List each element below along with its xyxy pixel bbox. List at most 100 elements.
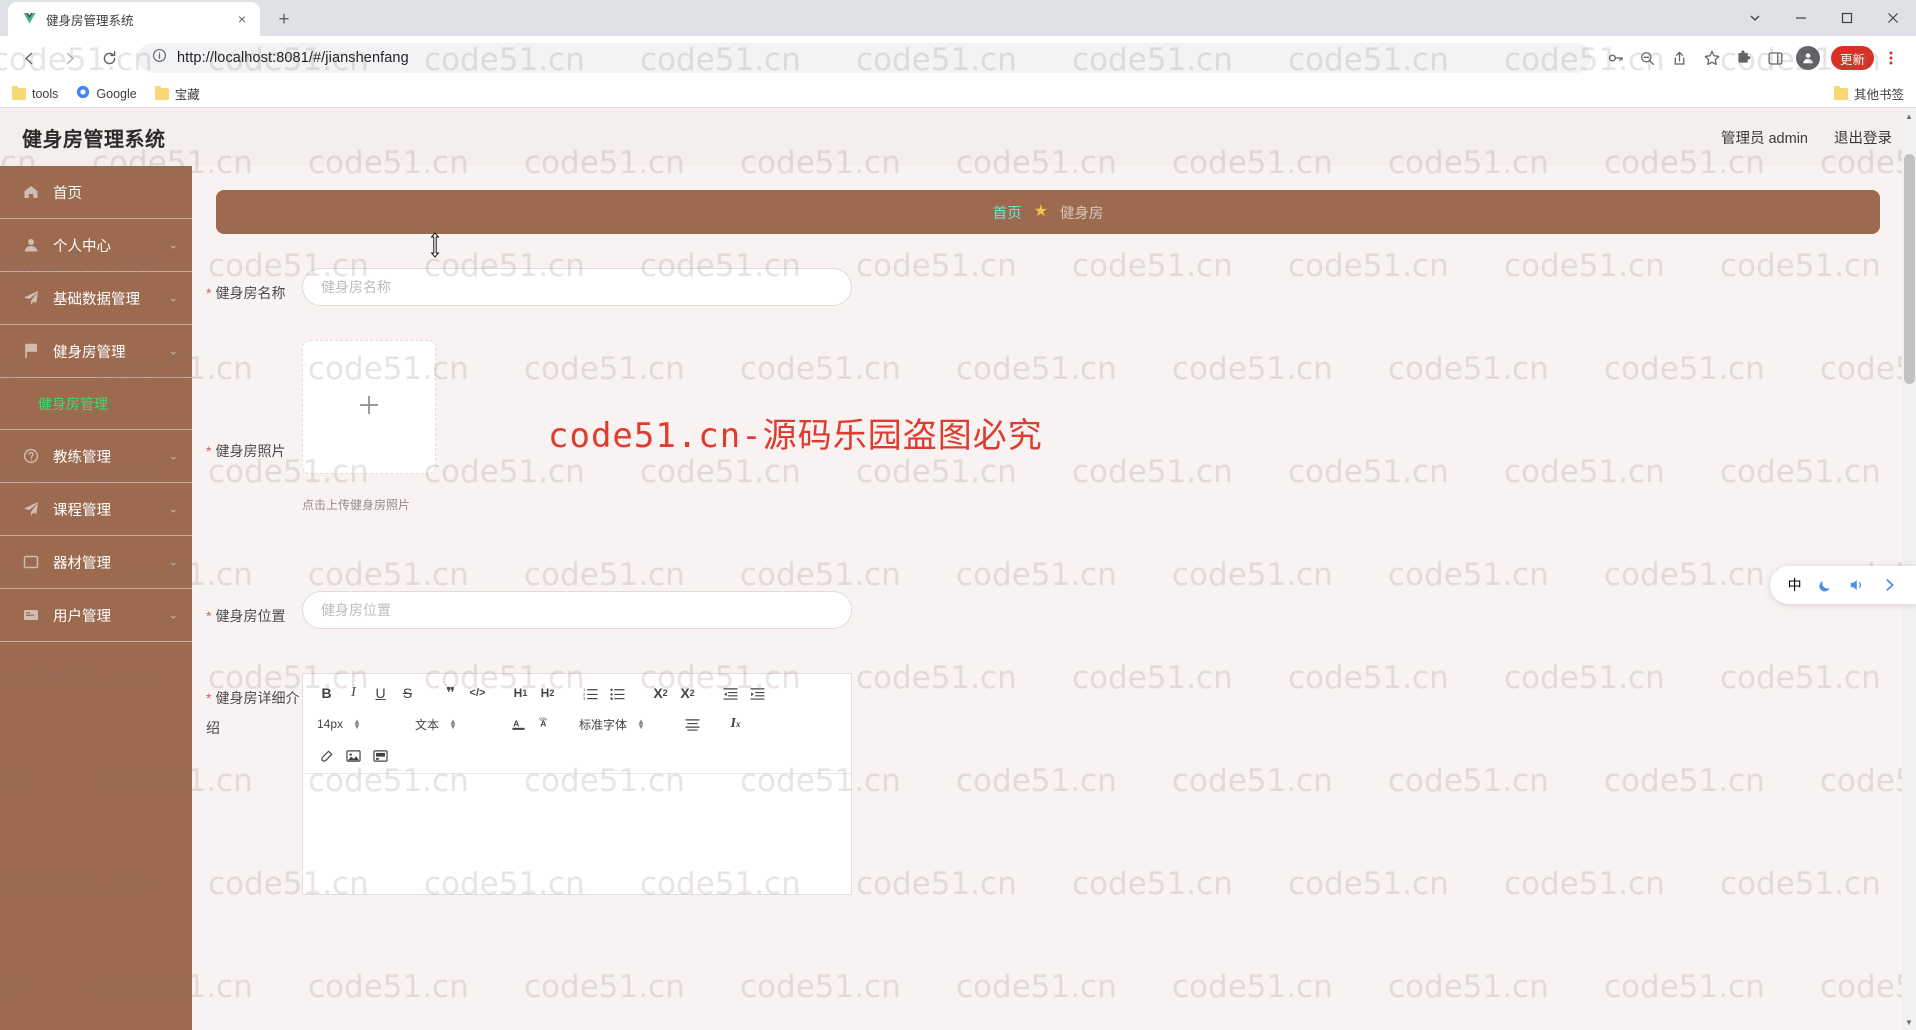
- chevron-down-icon: ⌄: [168, 556, 178, 569]
- sidepanel-icon[interactable]: [1761, 43, 1791, 73]
- indent-icon[interactable]: [744, 681, 771, 705]
- gym-name-input[interactable]: 健身房名称: [302, 268, 852, 306]
- sidebar-item-coach-management[interactable]: 教练管理 ⌄: [0, 430, 192, 483]
- chevron-right-icon[interactable]: [1882, 577, 1898, 593]
- gym-photo-hint: 点击上传健身房照片: [302, 498, 411, 512]
- kebab-menu-icon[interactable]: [1876, 43, 1906, 73]
- editor-content-area[interactable]: [303, 774, 851, 894]
- gym-location-input[interactable]: 健身房位置: [302, 591, 852, 629]
- back-button[interactable]: [14, 43, 44, 73]
- app-title: 健身房管理系统: [22, 128, 166, 151]
- image-icon[interactable]: [340, 744, 367, 768]
- app-header: 健身房管理系统 管理员 admin 退出登录: [0, 108, 1916, 166]
- new-tab-button[interactable]: +: [270, 5, 298, 33]
- superscript-icon[interactable]: X2: [674, 681, 701, 705]
- folder-icon: [1833, 85, 1848, 100]
- bullet-list-icon[interactable]: [604, 681, 631, 705]
- bookmark-tools[interactable]: tools: [12, 85, 58, 101]
- info-circle-icon[interactable]: [152, 48, 167, 68]
- form-row-gym-location: * 健身房位置 健身房位置: [192, 591, 1916, 631]
- url-text: http://localhost:8081/#/jianshenfang: [177, 50, 409, 66]
- strikethrough-icon[interactable]: S: [394, 681, 421, 705]
- link-icon[interactable]: [313, 744, 340, 768]
- form-label-gym-details: * 健身房详细介绍: [206, 690, 300, 736]
- form-label-gym-photo: * 健身房照片: [206, 443, 286, 459]
- sidebar-subitem-gym-management[interactable]: 健身房管理: [0, 378, 192, 430]
- sidebar-item-course-management[interactable]: 课程管理 ⌄: [0, 483, 192, 536]
- address-bar[interactable]: http://localhost:8081/#/jianshenfang: [138, 43, 1591, 73]
- reload-button[interactable]: [94, 43, 124, 73]
- course-icon: [22, 501, 39, 518]
- minimize-icon[interactable]: [1778, 0, 1824, 36]
- browser-window: 健身房管理系统 × + http://localhost:8081/#/jian…: [0, 0, 1916, 1030]
- scroll-up-arrow-icon[interactable]: ▲: [1902, 108, 1916, 124]
- extensions-icon[interactable]: [1729, 43, 1759, 73]
- sound-icon[interactable]: [1849, 577, 1867, 593]
- blockquote-icon[interactable]: ❞: [437, 681, 464, 705]
- align-icon[interactable]: [679, 712, 706, 736]
- highlight-color-icon[interactable]: A: [532, 712, 559, 736]
- heading-1-icon[interactable]: H1: [507, 681, 534, 705]
- breadcrumb-current: 健身房: [1059, 205, 1104, 222]
- update-button[interactable]: 更新: [1830, 46, 1874, 70]
- bookmark-baozang[interactable]: 宝藏: [154, 84, 200, 103]
- share-icon[interactable]: [1665, 43, 1695, 73]
- tab-close-icon[interactable]: ×: [233, 10, 251, 28]
- scrollbar-thumb[interactable]: [1904, 154, 1915, 384]
- sidebar-item-personal-center[interactable]: 个人中心 ⌄: [0, 219, 192, 272]
- font-size-select[interactable]: 14px ▲ ▼: [313, 713, 395, 735]
- outdent-icon[interactable]: [717, 681, 744, 705]
- gym-photo-uploader[interactable]: [302, 340, 436, 474]
- ordered-list-icon[interactable]: 123: [577, 681, 604, 705]
- rich-text-editor[interactable]: B I U S ❞ </> H1 H 2 1 2 3 X 2 X 2 14px …: [302, 673, 852, 895]
- code-icon[interactable]: </>: [464, 681, 491, 705]
- data-icon: [22, 290, 39, 307]
- underline-icon[interactable]: U: [367, 681, 394, 705]
- moon-icon[interactable]: [1817, 577, 1834, 594]
- sidebar-item-gym-management[interactable]: 健身房管理 ⌄: [0, 325, 192, 378]
- forward-button[interactable]: [54, 43, 84, 73]
- svg-text:A: A: [513, 718, 519, 728]
- font-color-icon[interactable]: A: [505, 712, 532, 736]
- sidebar-item-label: 用户管理: [53, 608, 111, 625]
- subscript-icon[interactable]: X2: [647, 681, 674, 705]
- zoom-out-icon[interactable]: [1633, 43, 1663, 73]
- chevron-down-icon: ⌄: [168, 609, 178, 622]
- folder-icon: [154, 85, 169, 100]
- key-icon[interactable]: [1601, 43, 1631, 73]
- star-icon[interactable]: [1697, 43, 1727, 73]
- close-icon[interactable]: [1870, 0, 1916, 36]
- maximize-icon[interactable]: [1824, 0, 1870, 36]
- tab-search-icon[interactable]: [1732, 0, 1778, 36]
- logout-button[interactable]: 退出登录: [1834, 127, 1892, 148]
- stepper-icon: ▲ ▼: [637, 717, 645, 731]
- sidebar-item-home[interactable]: 首页: [0, 166, 192, 219]
- vue-logo-icon: [21, 11, 37, 27]
- other-bookmarks-label: 其他书签: [1853, 88, 1904, 102]
- profile-icon[interactable]: [1793, 43, 1823, 73]
- font-family-select[interactable]: 标准字体 ▲ ▼: [575, 713, 663, 735]
- video-icon[interactable]: [367, 744, 394, 768]
- bookmark-label: Google: [96, 86, 137, 101]
- sidebar-item-equipment-management[interactable]: 器材管理 ⌄: [0, 536, 192, 589]
- bookmark-label: 宝藏: [174, 88, 200, 102]
- sidebar-item-basic-data[interactable]: 基础数据管理 ⌄: [0, 272, 192, 325]
- heading-2-icon[interactable]: H2: [534, 681, 561, 705]
- required-marker: *: [206, 285, 212, 301]
- text-style-select[interactable]: 文本 ▲ ▼: [411, 713, 489, 735]
- bookmarks-bar: tools Google 宝藏 其他书签: [0, 80, 1916, 108]
- browser-tab[interactable]: 健身房管理系统 ×: [8, 2, 260, 36]
- bookmark-google[interactable]: Google: [76, 85, 137, 102]
- bold-icon[interactable]: B: [313, 681, 340, 705]
- sidebar-item-user-management[interactable]: 用户管理 ⌄: [0, 589, 192, 642]
- italic-icon[interactable]: I: [340, 681, 367, 705]
- form-control-gym-location: 健身房位置: [302, 591, 1916, 629]
- other-bookmarks[interactable]: 其他书签: [1833, 84, 1904, 103]
- clear-format-icon[interactable]: Ix: [722, 712, 749, 736]
- scroll-down-arrow-icon[interactable]: ▼: [1902, 1014, 1916, 1030]
- language-toggle[interactable]: 中: [1788, 575, 1802, 595]
- breadcrumb-home-link[interactable]: 首页: [993, 202, 1022, 223]
- user-icon: [22, 237, 39, 254]
- stepper-icon: ▲ ▼: [449, 717, 457, 731]
- sidebar-item-label: 器材管理: [53, 555, 111, 572]
